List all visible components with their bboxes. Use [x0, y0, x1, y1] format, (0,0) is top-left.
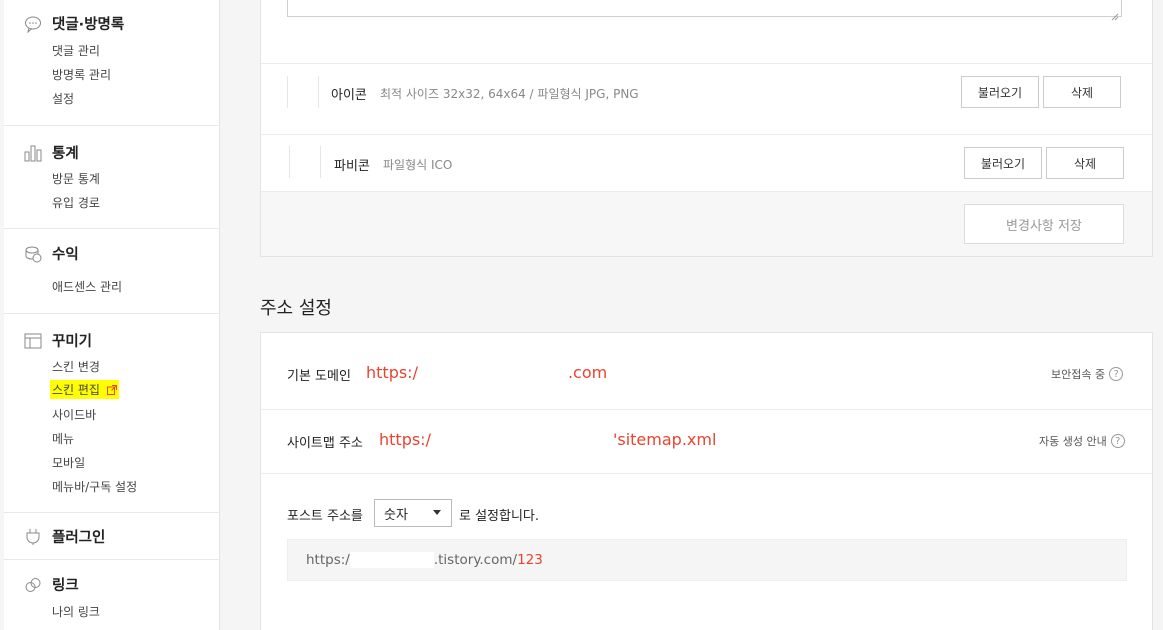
coins-icon [24, 245, 42, 263]
post-address-suffix: 로 설정합니다. [459, 509, 540, 524]
favicon-load-button[interactable]: 불러오기 [964, 147, 1042, 179]
settings-footer: 변경사항 저장 [261, 191, 1152, 256]
sidebar-head-plugin[interactable]: 플러그인 [24, 526, 105, 547]
redacted-block [417, 365, 568, 382]
sitemap-label: 사이트맵 주소 [287, 436, 363, 451]
sidebar-item-guestbook-manage[interactable]: 방명록 관리 [52, 66, 111, 83]
favicon-description: 파일형식 ICO [383, 158, 453, 172]
domain-row: 기본 도메인 https:/ .com 보안접속 중 ? [261, 333, 1152, 409]
secure-note-text: 보안접속 중 [1051, 368, 1106, 381]
plug-icon [24, 528, 42, 546]
save-changes-button[interactable]: 변경사항 저장 [964, 204, 1124, 244]
icon-load-button[interactable]: 불러오기 [961, 76, 1039, 108]
icon-row: 아이콘 최적 사이즈 32x32, 64x64 / 파일형식 JPG, PNG … [261, 63, 1152, 134]
post-address-label: 포스트 주소를 [287, 509, 363, 524]
sidebar-head-stats[interactable]: 통계 [24, 142, 79, 163]
sidebar-item-skin-edit-label: 스킨 편집 [52, 383, 100, 397]
favicon-row: 파비콘 파일형식 ICO 불러오기 삭제 [261, 134, 1152, 191]
icon-description: 최적 사이즈 32x32, 64x64 / 파일형식 JPG, PNG [380, 87, 639, 101]
sidebar-head-comments[interactable]: 댓글·방명록 [24, 13, 124, 34]
favicon-thumbnail [289, 146, 321, 178]
sidebar-section-plugin: 플러그인 [4, 513, 220, 560]
sidebar-item-sidebar[interactable]: 사이드바 [52, 406, 96, 423]
sidebar-head-link[interactable]: 링크 [24, 574, 79, 595]
description-textarea[interactable] [287, 0, 1122, 21]
sidebar-section-link: 링크 나의 링크 [4, 560, 220, 630]
redacted-block [430, 432, 613, 449]
favicon-label: 파비콘 [334, 159, 370, 174]
icon-delete-button[interactable]: 삭제 [1043, 76, 1121, 108]
external-link-icon [106, 384, 117, 395]
sitemap-url[interactable]: https:/ 'sitemap.xml [379, 430, 716, 449]
help-icon[interactable]: ? [1109, 367, 1124, 381]
sitemap-row: 사이트맵 주소 https:/ 'sitemap.xml 자동 생성 안내 ? [261, 409, 1152, 473]
sidebar-section-stats: 통계 방문 통계 유입 경로 [4, 126, 220, 229]
sidebar-item-skin-edit[interactable]: 스킨 편집 [50, 380, 119, 399]
address-settings-card: 기본 도메인 https:/ .com 보안접속 중 ? 사이트맵 주소 http… [260, 332, 1153, 630]
sidebar-item-comment-settings[interactable]: 설정 [52, 90, 74, 107]
sidebar-head-decorate[interactable]: 꾸미기 [24, 330, 92, 351]
domain-label: 기본 도메인 [287, 369, 351, 384]
preview-prefix: https:/ [306, 552, 350, 568]
sidebar-item-mobile[interactable]: 모바일 [52, 454, 85, 471]
domain-url-suffix: .com [567, 363, 608, 382]
favicon-delete-button[interactable]: 삭제 [1046, 147, 1124, 179]
sidebar-item-menu[interactable]: 메뉴 [52, 430, 74, 447]
sitemap-url-suffix: 'sitemap.xml [612, 430, 717, 449]
sidebar-item-adsense[interactable]: 애드센스 관리 [52, 278, 122, 295]
redacted-block [349, 552, 434, 568]
resize-handle-icon[interactable] [1111, 6, 1119, 21]
sidebar-section-decorate: 꾸미기 스킨 변경 스킨 편집 사이드바 메뉴 모바일 메뉴바/구독 설정 [4, 314, 220, 513]
icon-label: 아이콘 [331, 88, 367, 103]
post-url-preview: https:/ .tistory.com/123 [287, 539, 1127, 581]
address-section-title: 주소 설정 [260, 298, 332, 319]
preview-number: 123 [517, 552, 543, 568]
secure-connection-note: 보안접속 중 ? [1051, 366, 1124, 382]
post-address-row: 포스트 주소를 숫자 로 설정합니다. https:/ .tistory.com/… [261, 473, 1152, 630]
sidebar-title-decorate: 꾸미기 [52, 334, 93, 350]
sidebar-title-link: 링크 [52, 578, 79, 594]
sidebar-title-plugin: 플러그인 [52, 530, 106, 546]
sidebar-item-menubar-subscribe[interactable]: 메뉴바/구독 설정 [52, 478, 137, 495]
icon-thumbnail [287, 76, 319, 108]
sitemap-url-prefix: https:/ [379, 430, 431, 449]
sidebar-title-stats: 통계 [52, 146, 79, 162]
sidebar: 댓글·방명록 댓글 관리 방명록 관리 설정 통계 방문 통계 유입 경로 수익… [4, 0, 220, 630]
caret-down-icon [433, 510, 441, 515]
sidebar-section-comments: 댓글·방명록 댓글 관리 방명록 관리 설정 [4, 0, 220, 126]
sidebar-item-comment-manage[interactable]: 댓글 관리 [52, 42, 100, 59]
preview-domain: .tistory.com/ [433, 552, 518, 568]
sidebar-item-skin-change[interactable]: 스킨 변경 [52, 358, 100, 375]
sidebar-title-revenue: 수익 [52, 247, 79, 263]
bar-chart-icon [24, 144, 42, 162]
post-address-select-value: 숫자 [384, 507, 408, 523]
sidebar-title-comments: 댓글·방명록 [52, 17, 125, 33]
link-icon [24, 576, 42, 594]
sitemap-auto-note: 자동 생성 안내 ? [1039, 433, 1125, 449]
sidebar-item-my-link[interactable]: 나의 링크 [52, 603, 100, 620]
sidebar-section-revenue: 수익 애드센스 관리 [4, 229, 220, 314]
layout-icon [24, 332, 42, 350]
post-address-select[interactable]: 숫자 [374, 499, 452, 527]
domain-url-prefix: https:/ [366, 363, 418, 382]
blog-settings-card: 아이콘 최적 사이즈 32x32, 64x64 / 파일형식 JPG, PNG … [260, 0, 1153, 257]
sidebar-head-revenue[interactable]: 수익 [24, 243, 79, 264]
speech-bubble-icon [24, 15, 42, 33]
sidebar-item-visit-stats[interactable]: 방문 통계 [52, 170, 100, 187]
sitemap-note-text: 자동 생성 안내 [1039, 435, 1107, 448]
sidebar-item-referrer[interactable]: 유입 경로 [52, 194, 100, 211]
domain-url[interactable]: https:/ .com [366, 363, 607, 382]
help-icon[interactable]: ? [1110, 434, 1125, 448]
